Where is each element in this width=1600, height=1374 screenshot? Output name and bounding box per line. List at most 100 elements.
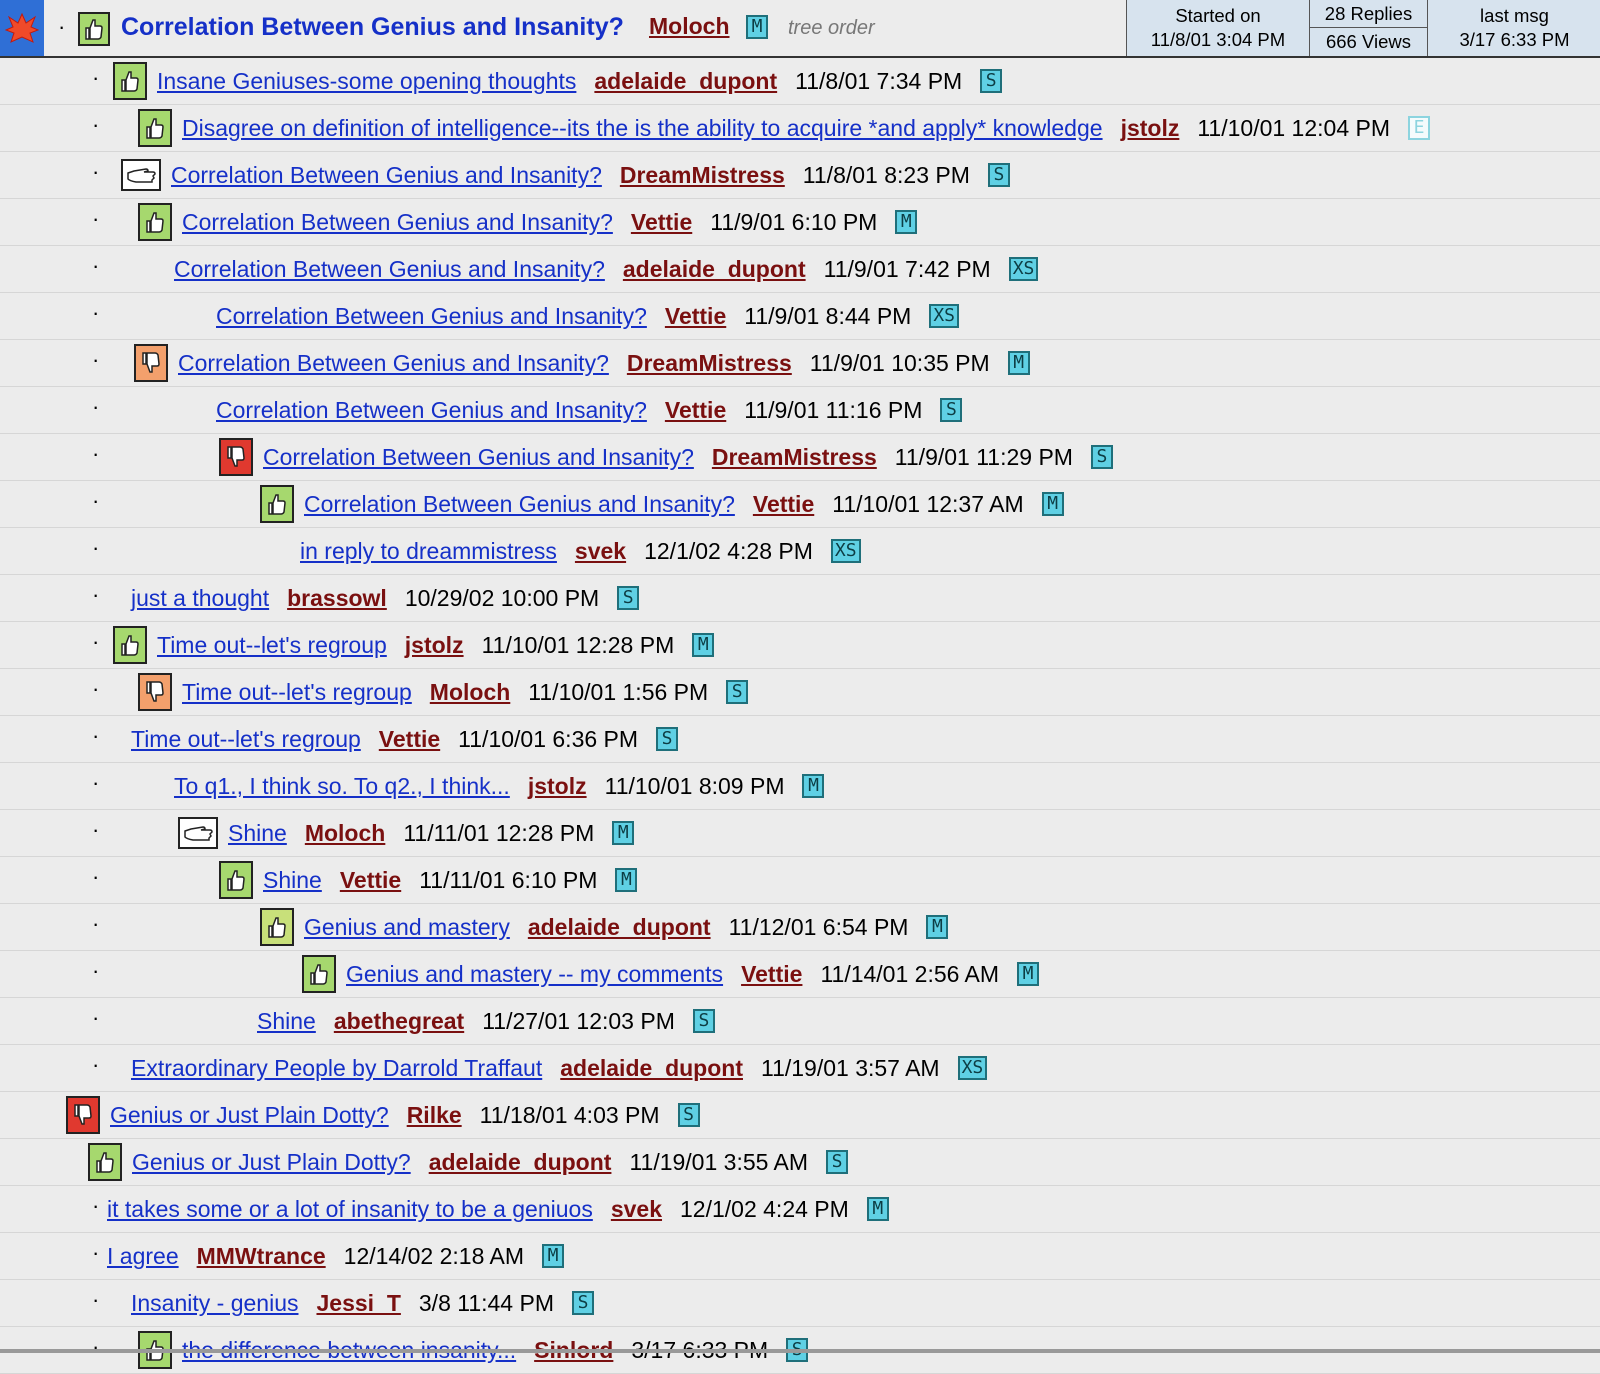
message-subject-link[interactable]: Correlation Between Genius and Insanity? — [216, 397, 647, 424]
message-author-link[interactable]: adelaide_dupont — [623, 256, 806, 283]
message-row: · Genius and mastery adelaide_dupont 11/12/… — [0, 904, 1600, 951]
message-subject-link[interactable]: Correlation Between Genius and Insanity? — [174, 256, 605, 283]
message-author-link[interactable]: adelaide_dupont — [560, 1055, 743, 1082]
message-author-link[interactable]: Jessi_T — [316, 1290, 400, 1317]
message-author-link[interactable]: svek — [611, 1196, 662, 1223]
message-author-link[interactable]: adelaide_dupont — [528, 914, 711, 941]
message-subject-link[interactable]: To q1., I think so. To q2., I think... — [174, 773, 510, 800]
message-author-link[interactable]: jstolz — [528, 773, 587, 800]
message-subject-link[interactable]: Shine — [228, 820, 287, 847]
message-author-link[interactable]: Moloch — [430, 679, 511, 706]
size-badge: S — [980, 69, 1003, 93]
message-subject-link[interactable]: Time out--let's regroup — [157, 632, 387, 659]
message-author-link[interactable]: abethegreat — [334, 1008, 464, 1035]
message-author-link[interactable]: adelaide_dupont — [594, 68, 777, 95]
message-subject-link[interactable]: Insane Geniuses-some opening thoughts — [157, 68, 576, 95]
message-author-link[interactable]: Vettie — [741, 961, 802, 988]
message-author-link[interactable]: adelaide_dupont — [429, 1149, 612, 1176]
message-row: · in reply to dreammistress svek 12/1/02 4:… — [0, 528, 1600, 575]
size-badge: M — [1041, 492, 1064, 516]
message-author-link[interactable]: Vettie — [379, 726, 440, 753]
message-author-link[interactable]: MMWtrance — [197, 1243, 326, 1270]
message-subject-link[interactable]: Shine — [257, 1008, 316, 1035]
message-subject-link[interactable]: Correlation Between Genius and Insanity? — [178, 350, 609, 377]
size-badge: M — [615, 868, 638, 892]
size-badge: S — [826, 1150, 849, 1174]
message-author-link[interactable]: Moloch — [305, 820, 386, 847]
message-row: · Insanity - genius Jessi_T 3/8 11:44 PM S — [0, 1280, 1600, 1327]
bullet: · — [92, 723, 100, 748]
message-subject-link[interactable]: Genius and mastery — [304, 914, 510, 941]
message-subject-link[interactable]: in reply to dreammistress — [300, 538, 557, 565]
message-subject-link[interactable]: Insanity - genius — [131, 1290, 298, 1317]
message-date: 11/27/01 12:03 PM — [482, 1007, 675, 1034]
flat-hand-icon — [121, 159, 161, 191]
tree-order-link[interactable]: tree order — [788, 17, 875, 40]
message-subject-link[interactable]: Time out--let's regroup — [182, 679, 412, 706]
message-author-link[interactable]: Vettie — [340, 867, 401, 894]
message-subject-link[interactable]: Extraordinary People by Darrold Traffaut — [131, 1055, 542, 1082]
message-author-link[interactable]: Vettie — [665, 303, 726, 330]
message-subject-link[interactable]: Genius or Just Plain Dotty? — [132, 1149, 411, 1176]
message-subject-link[interactable]: Correlation Between Genius and Insanity? — [263, 444, 694, 471]
message-author-link[interactable]: Vettie — [753, 491, 814, 518]
message-subject-link[interactable]: Correlation Between Genius and Insanity? — [171, 162, 602, 189]
message-subject-link[interactable]: Genius and mastery -- my comments — [346, 961, 723, 988]
size-badge: M — [802, 774, 825, 798]
size-badge: M — [866, 1197, 889, 1221]
message-author-link[interactable]: Vettie — [631, 209, 692, 236]
bullet: · — [92, 206, 100, 231]
message-subject-link[interactable]: Genius or Just Plain Dotty? — [110, 1102, 389, 1129]
message-content: Genius or Just Plain Dotty? Rilke 11/18/01… — [66, 1092, 700, 1138]
message-author-link[interactable]: Vettie — [665, 397, 726, 424]
bullet: · — [92, 1052, 100, 1077]
bullet: · — [92, 112, 100, 137]
size-badge: XS — [957, 1056, 988, 1080]
message-author-link[interactable]: DreamMistress — [627, 350, 792, 377]
site-logo[interactable] — [0, 0, 44, 56]
bullet: · — [92, 911, 100, 936]
message-date: 11/9/01 11:16 PM — [744, 396, 923, 423]
message-subject-link[interactable]: Time out--let's regroup — [131, 726, 361, 753]
message-subject-link[interactable]: Disagree on definition of intelligence--… — [182, 115, 1103, 142]
message-author-link[interactable]: jstolz — [405, 632, 464, 659]
message-content: I agree MMWtrance 12/14/02 2:18 AM M — [107, 1233, 564, 1279]
thumbs-up-icon — [88, 1143, 122, 1181]
message-author-link[interactable]: DreamMistress — [620, 162, 785, 189]
message-subject-link[interactable]: it takes some or a lot of insanity to be… — [107, 1196, 593, 1223]
thread-author[interactable]: Moloch — [649, 13, 730, 40]
message-date: 11/9/01 7:42 PM — [823, 255, 991, 282]
message-subject-link[interactable]: I agree — [107, 1243, 179, 1270]
message-subject-link[interactable]: just a thought — [131, 585, 269, 612]
thread-title[interactable]: Correlation Between Genius and Insanity? — [121, 13, 624, 42]
bullet: · — [92, 817, 100, 842]
message-content: in reply to dreammistress svek 12/1/02 4:2… — [300, 528, 861, 574]
size-badge: S — [692, 1009, 715, 1033]
message-author-link[interactable]: DreamMistress — [712, 444, 877, 471]
size-badge: S — [677, 1103, 700, 1127]
message-subject-link[interactable]: Correlation Between Genius and Insanity? — [216, 303, 647, 330]
size-badge: XS — [929, 304, 960, 328]
message-row: · it takes some or a lot of insanity to b… — [0, 1186, 1600, 1233]
message-author-link[interactable]: svek — [575, 538, 626, 565]
size-badge: M — [1017, 962, 1040, 986]
size-badge: S — [572, 1291, 594, 1315]
message-subject-link[interactable]: Correlation Between Genius and Insanity? — [182, 209, 613, 236]
message-author-link[interactable]: brassowl — [287, 585, 387, 612]
size-badge: M — [1007, 351, 1030, 375]
message-date: 11/11/01 6:10 PM — [419, 866, 598, 893]
message-date: 11/10/01 8:09 PM — [604, 772, 785, 799]
message-date: 10/29/02 10:00 PM — [404, 584, 600, 611]
message-row: · Correlation Between Genius and Insanity… — [0, 246, 1600, 293]
message-content: Shine Moloch 11/11/01 12:28 PM M — [178, 810, 635, 856]
message-author-link[interactable]: jstolz — [1121, 115, 1180, 142]
message-date: 11/8/01 8:23 PM — [802, 161, 970, 188]
bullet: · — [92, 441, 100, 466]
message-content: Correlation Between Genius and Insanity?… — [174, 246, 1039, 292]
message-author-link[interactable]: Rilke — [407, 1102, 462, 1129]
message-subject-link[interactable]: Correlation Between Genius and Insanity? — [304, 491, 735, 518]
bullet: · — [58, 14, 66, 39]
size-badge: XS — [830, 539, 861, 563]
message-subject-link[interactable]: Shine — [263, 867, 322, 894]
message-content: Correlation Between Genius and Insanity?… — [134, 340, 1030, 386]
